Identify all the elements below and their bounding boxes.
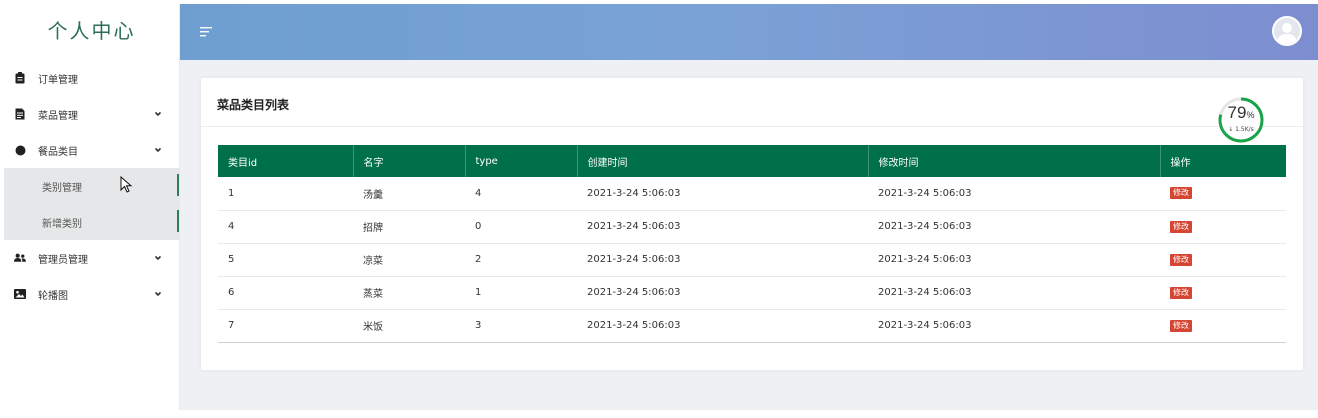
table-row: 6 蒸菜 1 2021-3-24 5:06:03 2021-3-24 5:06:… <box>218 276 1286 310</box>
document-icon <box>14 108 26 120</box>
cell-action: 修改 <box>1160 243 1286 277</box>
cell-created: 2021-3-24 5:06:03 <box>577 210 868 244</box>
column-header: 创建时间 <box>576 145 868 177</box>
cell-type: 4 <box>465 177 577 211</box>
cell-modified: 2021-3-24 5:06:03 <box>868 243 1160 277</box>
sidebar-item-orders[interactable]: 订单管理 <box>4 60 179 96</box>
cell-created: 2021-3-24 5:06:03 <box>577 309 868 343</box>
chevron-down-icon <box>154 147 162 153</box>
cell-name: 凉菜 <box>353 243 465 277</box>
edit-button[interactable]: 修改 <box>1170 253 1192 266</box>
edit-button[interactable]: 修改 <box>1170 220 1192 233</box>
cell-type: 2 <box>465 243 577 277</box>
speed-rate: ↓ 1.5K/s <box>1228 126 1254 133</box>
cell-name: 米饭 <box>353 309 465 343</box>
cell-action: 修改 <box>1160 309 1286 343</box>
sidebar-item-label: 菜品管理 <box>38 110 78 122</box>
edit-button[interactable]: 修改 <box>1170 187 1192 200</box>
sidebar: 个人中心 订单管理 菜品管理 餐品类目 类别管理 新增类别 管理员管理 轮播图 <box>4 4 180 410</box>
sidebar-brand: 个人中心 <box>47 19 136 43</box>
cell-modified: 2021-3-24 5:06:03 <box>868 309 1160 343</box>
category-list-card: 菜品类目列表 79% ↓ 1.5K/s 类目id 名字 type 创建时间 修改… <box>201 78 1303 370</box>
users-icon <box>14 252 26 264</box>
column-header: 修改时间 <box>867 145 1160 177</box>
avatar[interactable] <box>1272 16 1302 46</box>
active-indicator <box>177 210 179 232</box>
category-table: 类目id 名字 type 创建时间 修改时间 操作 1 汤羹 4 2021-3-… <box>218 145 1286 343</box>
sidebar-item-dishes[interactable]: 菜品管理 <box>4 96 179 132</box>
cell-modified: 2021-3-24 5:06:03 <box>868 210 1160 244</box>
sidebar-subitem-add-category[interactable]: 新增类别 <box>4 204 179 240</box>
table-header-row: 类目id 名字 type 创建时间 修改时间 操作 <box>218 145 1286 177</box>
cell-id: 7 <box>218 309 353 343</box>
sidebar-item-admins[interactable]: 管理员管理 <box>4 240 179 276</box>
table-row: 1 汤羹 4 2021-3-24 5:06:03 2021-3-24 5:06:… <box>218 177 1286 211</box>
cell-name: 蒸菜 <box>353 276 465 310</box>
sidebar-item-categories[interactable]: 餐品类目 <box>4 132 179 168</box>
chevron-down-icon <box>154 111 162 117</box>
network-speed-widget: 79% ↓ 1.5K/s <box>1217 96 1265 144</box>
cell-type: 1 <box>465 276 577 310</box>
sidebar-item-label: 管理员管理 <box>38 254 88 266</box>
cell-id: 1 <box>218 177 353 211</box>
column-header: 类目id <box>218 145 353 177</box>
cell-name: 汤羹 <box>353 177 465 211</box>
table-row: 5 凉菜 2 2021-3-24 5:06:03 2021-3-24 5:06:… <box>218 243 1286 277</box>
cell-id: 4 <box>218 210 353 244</box>
top-header <box>180 4 1318 60</box>
cell-type: 3 <box>465 309 577 343</box>
edit-button[interactable]: 修改 <box>1170 286 1192 299</box>
mouse-cursor-icon <box>120 176 133 193</box>
avatar-icon <box>1277 23 1297 44</box>
sidebar-item-label: 订单管理 <box>38 74 78 86</box>
cell-action: 修改 <box>1160 276 1286 310</box>
cell-action: 修改 <box>1160 210 1286 244</box>
column-header: 名字 <box>352 145 465 177</box>
clipboard-icon <box>14 72 26 84</box>
sidebar-item-label: 轮播图 <box>38 290 68 302</box>
cell-name: 招牌 <box>353 210 465 244</box>
cell-created: 2021-3-24 5:06:03 <box>577 243 868 277</box>
sidebar-subitem-label: 类别管理 <box>42 182 82 194</box>
column-header: type <box>464 145 577 177</box>
hamburger-icon[interactable] <box>200 26 214 38</box>
table-row: 7 米饭 3 2021-3-24 5:06:03 2021-3-24 5:06:… <box>218 309 1286 343</box>
sidebar-item-label: 餐品类目 <box>38 146 78 158</box>
card-divider <box>201 126 1303 127</box>
card-title: 菜品类目列表 <box>217 98 290 112</box>
cell-type: 0 <box>465 210 577 244</box>
column-header: 操作 <box>1159 145 1286 177</box>
cell-modified: 2021-3-24 5:06:03 <box>868 276 1160 310</box>
cell-created: 2021-3-24 5:06:03 <box>577 177 868 211</box>
image-icon <box>14 288 26 300</box>
chevron-down-icon <box>154 255 162 261</box>
table-body: 1 汤羹 4 2021-3-24 5:06:03 2021-3-24 5:06:… <box>218 177 1286 343</box>
cell-action: 修改 <box>1160 177 1286 211</box>
table-row: 4 招牌 0 2021-3-24 5:06:03 2021-3-24 5:06:… <box>218 210 1286 244</box>
edit-button[interactable]: 修改 <box>1170 319 1192 332</box>
cell-id: 6 <box>218 276 353 310</box>
sidebar-menu: 订单管理 菜品管理 餐品类目 类别管理 新增类别 管理员管理 轮播图 <box>4 60 179 312</box>
active-indicator <box>177 174 179 196</box>
cell-modified: 2021-3-24 5:06:03 <box>868 177 1160 211</box>
speed-percent: 79% <box>1227 103 1255 122</box>
circle-icon <box>14 144 26 156</box>
cell-created: 2021-3-24 5:06:03 <box>577 276 868 310</box>
chevron-down-icon <box>154 291 162 297</box>
sidebar-subitem-label: 新增类别 <box>42 218 82 230</box>
sidebar-item-carousel[interactable]: 轮播图 <box>4 276 179 312</box>
sidebar-subitem-category-manage[interactable]: 类别管理 <box>4 168 179 204</box>
cell-id: 5 <box>218 243 353 277</box>
